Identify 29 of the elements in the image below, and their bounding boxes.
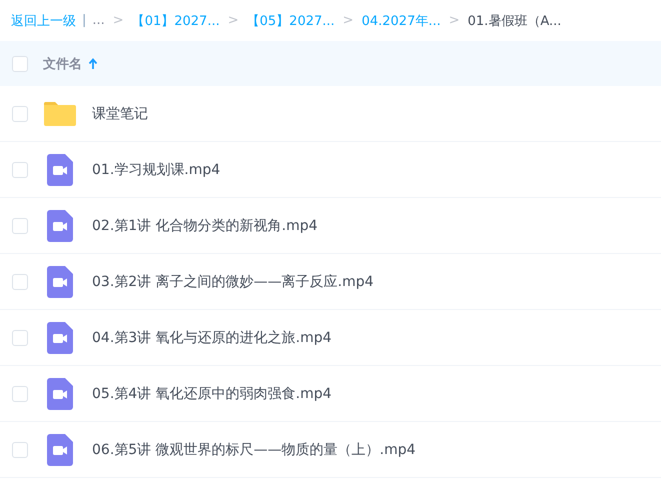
folder-icon — [43, 100, 77, 126]
checkbox[interactable] — [12, 386, 28, 402]
breadcrumb-separator: > — [228, 13, 239, 28]
checkbox[interactable] — [12, 106, 28, 122]
file-name[interactable]: 02.第1讲 化合物分类的新视角.mp4 — [92, 216, 318, 234]
breadcrumb-divider: | — [82, 13, 86, 28]
checkbox[interactable] — [12, 162, 28, 178]
checkbox[interactable] — [12, 56, 28, 72]
video-file-icon — [47, 210, 73, 242]
video-file-icon — [47, 154, 73, 186]
video-file-icon — [47, 266, 73, 298]
breadcrumb-current: 01.暑假班（A... — [468, 12, 562, 30]
file-name[interactable]: 06.第5讲 微观世界的标尺——物质的量（上）.mp4 — [92, 440, 416, 458]
file-name[interactable]: 课堂笔记 — [92, 104, 148, 122]
checkbox[interactable] — [12, 330, 28, 346]
file-name[interactable]: 03.第2讲 离子之间的微妙——离子反应.mp4 — [92, 272, 374, 290]
checkbox[interactable] — [12, 218, 28, 234]
breadcrumb-separator: > — [112, 13, 124, 28]
sort-arrow-icon[interactable] — [88, 58, 98, 70]
breadcrumb-separator: > — [448, 13, 460, 28]
video-file-icon — [47, 378, 73, 410]
checkbox[interactable] — [12, 442, 28, 458]
file-name[interactable]: 01.学习规划课.mp4 — [92, 160, 220, 178]
breadcrumb-separator: > — [342, 13, 354, 28]
video-file-icon — [47, 434, 73, 466]
file-name[interactable]: 04.第3讲 氧化与还原的进化之旅.mp4 — [92, 328, 332, 346]
video-file-icon — [47, 322, 73, 354]
file-name[interactable]: 05.第4讲 氧化还原中的弱肉强食.mp4 — [92, 384, 332, 402]
checkbox[interactable] — [12, 274, 28, 290]
